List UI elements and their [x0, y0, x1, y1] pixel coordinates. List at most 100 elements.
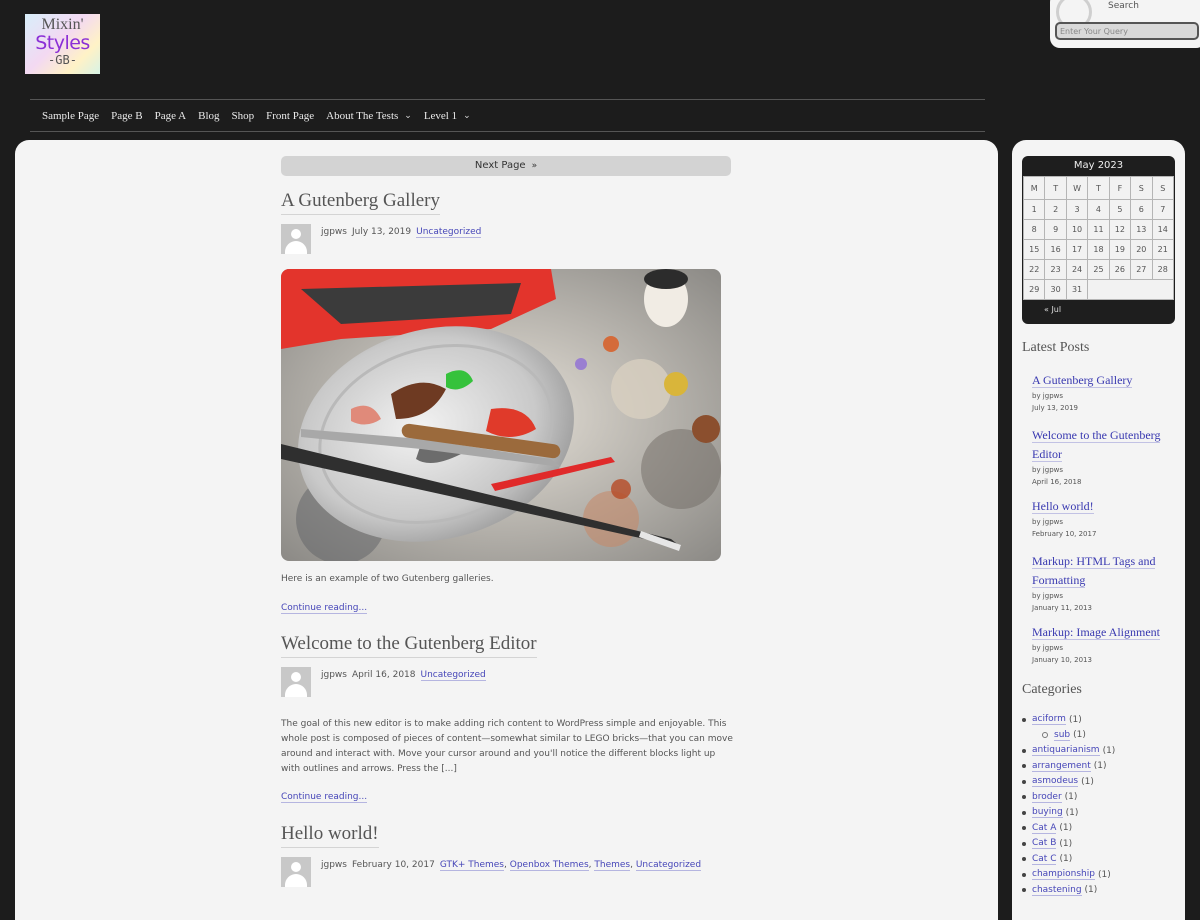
post-meta: jgpws April 16, 2018 Uncategorized	[281, 667, 486, 697]
nav-item-label: Page B	[111, 109, 143, 122]
site-logo[interactable]: Mixin' Styles -GB-	[25, 14, 100, 74]
list-item: antiquarianism (1)	[1022, 743, 1182, 759]
nav-item-level-1[interactable]: Level 1 ⌄	[424, 110, 471, 122]
post-meta: jgpws July 13, 2019 Uncategorized	[281, 224, 482, 254]
post-category-link[interactable]: GTK+ Themes	[439, 860, 504, 871]
category-link[interactable]: championship	[1032, 869, 1095, 881]
post-meta: jgpws February 10, 2017 GTK+ Themes, Ope…	[281, 857, 702, 887]
calendar-day: 27	[1130, 259, 1153, 280]
latest-post-link[interactable]: Markup: HTML Tags and Formatting	[1032, 554, 1156, 588]
nav-item-page-b[interactable]: Page B	[111, 110, 142, 122]
calendar-prev-link[interactable]: « Jul	[1022, 300, 1175, 320]
post-author: jgpws	[321, 670, 347, 680]
post-category-link[interactable]: Uncategorized	[420, 670, 486, 681]
search-label: Search	[1108, 1, 1139, 11]
featured-image[interactable]	[281, 269, 721, 561]
nav-item-front-page[interactable]: Front Page	[266, 110, 314, 122]
category-link[interactable]: Cat B	[1032, 838, 1057, 850]
avatar	[281, 857, 311, 887]
latest-post-date: April 16, 2018	[1032, 478, 1082, 486]
category-link[interactable]: buying	[1032, 807, 1063, 819]
nav-item-label: Sample Page	[42, 109, 100, 122]
calendar-day: 7	[1151, 199, 1175, 220]
nav-item-about-the-tests[interactable]: About The Tests ⌄	[326, 110, 412, 122]
calendar-table: M T W T F S S 1 2 3 4 5 6 7 8 9 10 11 12…	[1022, 176, 1175, 300]
search-input[interactable]	[1055, 22, 1199, 40]
latest-post-author: by jgpws	[1032, 466, 1064, 474]
list-item: arrangement (1)	[1022, 759, 1182, 775]
chevron-down-icon[interactable]: ⌄	[404, 110, 412, 121]
latest-post-link[interactable]: Welcome to the Gutenberg Editor	[1032, 428, 1161, 462]
category-link[interactable]: chastening	[1032, 885, 1082, 896]
sidebar: May 2023 M T W T F S S 1 2 3 4 5 6 7 8 9…	[1012, 140, 1185, 920]
category-link[interactable]: arrangement	[1032, 761, 1091, 772]
latest-post-link[interactable]: Hello world!	[1032, 499, 1094, 514]
latest-post-item: Hello world! by jgpws February 10, 2017	[1032, 495, 1172, 538]
calendar-day: 24	[1065, 259, 1089, 280]
post-title-link[interactable]: Welcome to the Gutenberg Editor	[281, 633, 537, 658]
category-count: (1)	[1093, 761, 1107, 772]
nav-item-blog[interactable]: Blog	[198, 110, 219, 122]
continue-reading-link[interactable]: Continue reading...	[281, 792, 368, 803]
nav-item-page-a[interactable]: Page A	[155, 110, 186, 122]
category-link[interactable]: Cat A	[1032, 823, 1057, 834]
category-count: (1)	[1068, 714, 1082, 725]
calendar-widget: May 2023 M T W T F S S 1 2 3 4 5 6 7 8 9…	[1022, 156, 1175, 324]
nav-item-label: Page A	[154, 109, 187, 122]
category-link[interactable]: Cat C	[1032, 854, 1057, 865]
calendar-day-header: M	[1022, 176, 1046, 200]
logo-line-2: Styles	[35, 32, 90, 54]
category-count: (1)	[1059, 823, 1073, 834]
list-item: asmodeus (1)	[1022, 774, 1182, 790]
list-item: Cat B (1)	[1022, 836, 1182, 852]
category-link[interactable]: sub	[1054, 730, 1071, 741]
next-page-label: Next Page	[474, 160, 526, 171]
next-page-button[interactable]: Next Page »	[281, 156, 731, 176]
list-item: buying (1)	[1022, 805, 1182, 821]
list-item: Cat C (1)	[1022, 852, 1182, 868]
post-category-link[interactable]: Uncategorized	[416, 227, 482, 238]
nav-item-shop[interactable]: Shop	[232, 110, 255, 122]
category-count: (1)	[1073, 730, 1086, 741]
calendar-day: 21	[1151, 239, 1175, 260]
calendar-day: 2	[1044, 199, 1067, 220]
latest-post-link[interactable]: A Gutenberg Gallery	[1032, 373, 1133, 388]
category-link[interactable]: asmodeus	[1032, 776, 1079, 788]
category-count: (1)	[1084, 885, 1098, 896]
latest-post-link[interactable]: Markup: Image Alignment	[1032, 625, 1160, 640]
post-title-link[interactable]: Hello world!	[281, 823, 379, 848]
category-link[interactable]: broder	[1032, 792, 1062, 803]
calendar-day: 9	[1044, 219, 1067, 240]
nav-item-label: About The Tests	[326, 109, 399, 122]
calendar-day: 25	[1087, 259, 1110, 280]
main-navigation: Sample Page Page B Page A Blog Shop Fron…	[30, 99, 985, 132]
calendar-day: 12	[1108, 219, 1132, 240]
post-title-link[interactable]: A Gutenberg Gallery	[281, 190, 440, 215]
category-link[interactable]: antiquarianism	[1032, 745, 1100, 757]
post-category-link[interactable]: Themes	[594, 860, 631, 871]
calendar-day: 8	[1022, 219, 1046, 240]
calendar-day-header: S	[1151, 176, 1175, 200]
continue-reading-link[interactable]: Continue reading...	[281, 603, 368, 614]
post-category-link[interactable]: Uncategorized	[635, 860, 702, 871]
calendar-day-header: T	[1087, 176, 1110, 200]
nav-item-label: Front Page	[266, 109, 315, 122]
calendar-day: 11	[1087, 219, 1110, 240]
calendar-day: 10	[1065, 219, 1089, 240]
list-item: sub (1)	[1022, 728, 1182, 744]
post-category-link[interactable]: Openbox Themes	[509, 860, 589, 871]
calendar-day-header: F	[1108, 176, 1132, 200]
calendar-day: 1	[1022, 199, 1046, 220]
chevron-down-icon[interactable]: ⌄	[463, 110, 471, 121]
category-link[interactable]: aciform	[1032, 714, 1066, 726]
categories-title: Categories	[1022, 682, 1082, 697]
post-excerpt: The goal of this new editor is to make a…	[281, 719, 733, 774]
post-excerpt: Here is an example of two Gutenberg gall…	[281, 574, 494, 584]
list-item: championship (1)	[1022, 867, 1182, 883]
categories-list: aciform (1) sub (1) antiquarianism (1) arra…	[1022, 712, 1182, 898]
list-item: aciform (1)	[1022, 712, 1182, 728]
latest-post-author: by jgpws	[1032, 518, 1064, 526]
nav-item-sample-page[interactable]: Sample Page	[42, 110, 99, 122]
calendar-day: 14	[1151, 219, 1175, 240]
category-count: (1)	[1081, 776, 1094, 787]
